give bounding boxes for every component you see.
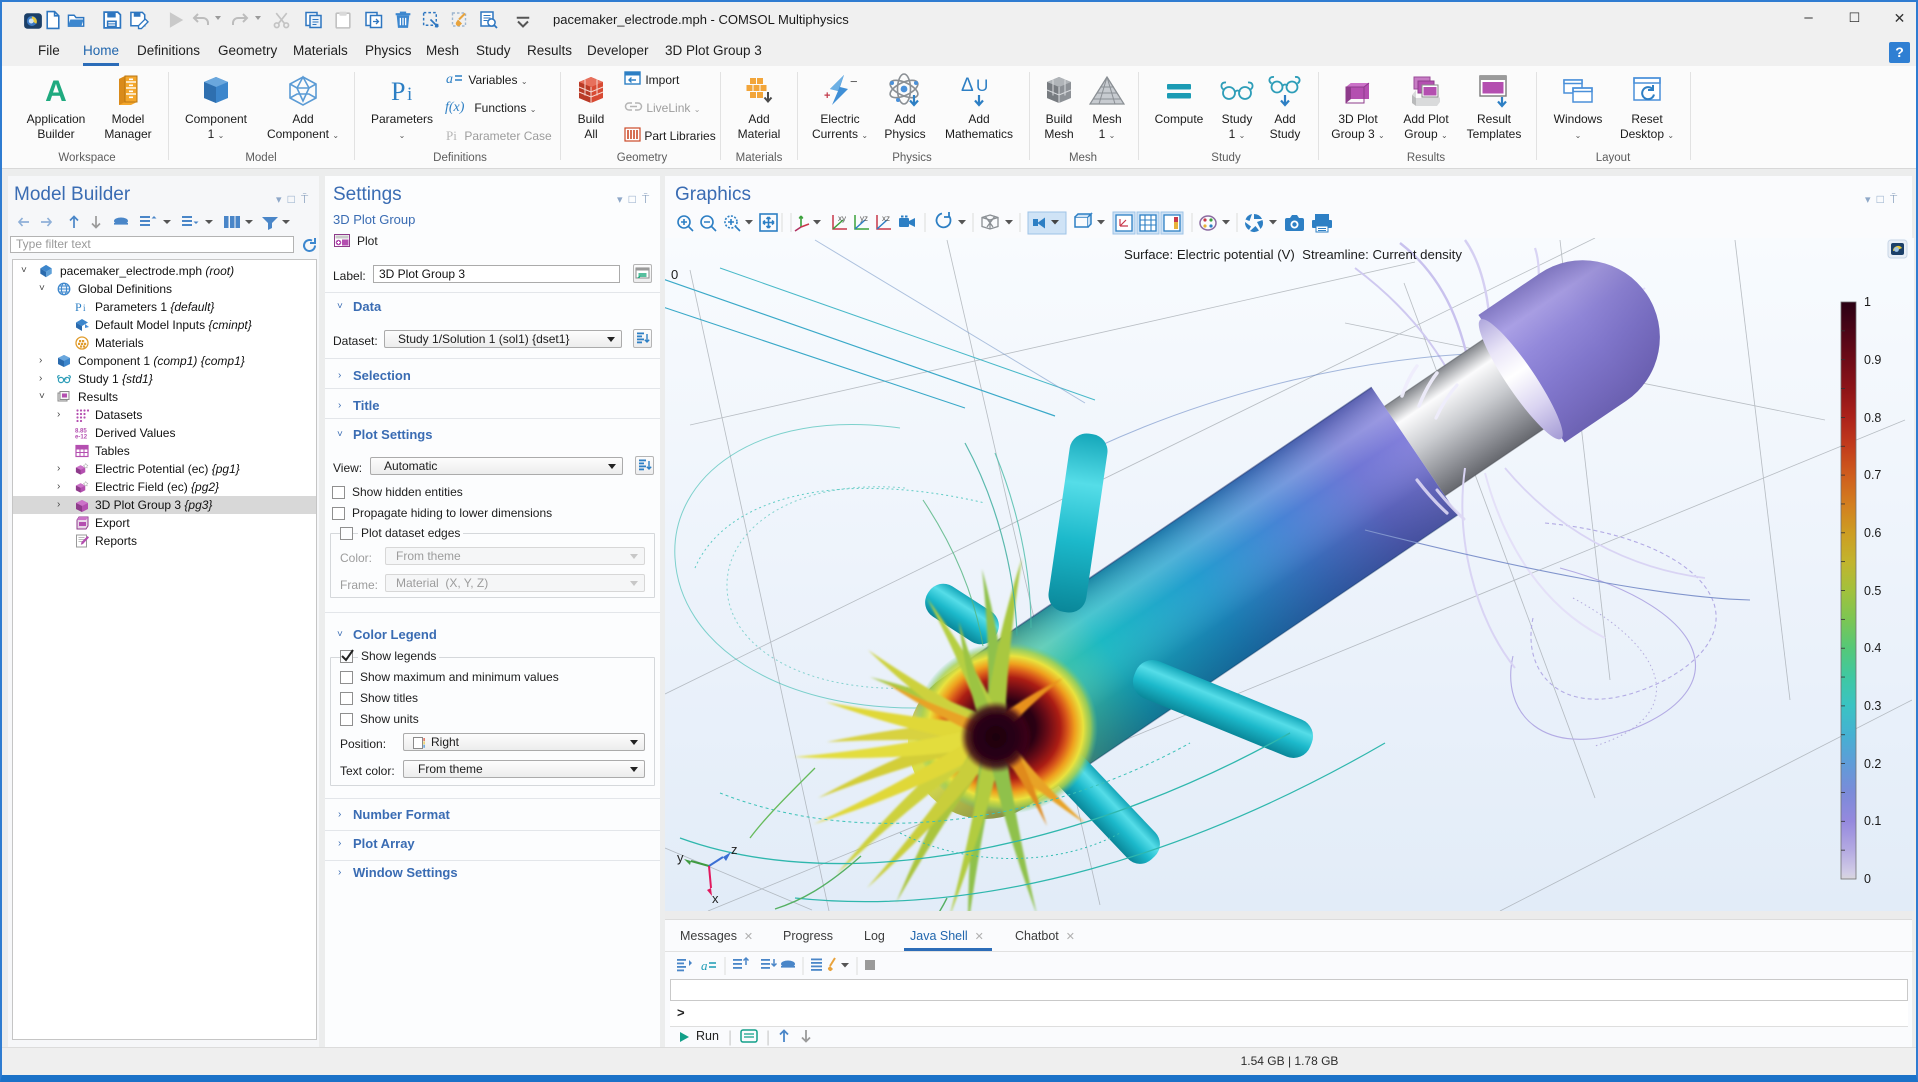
svg-text:i: i [407,84,412,105]
svg-text:0.7: 0.7 [1864,468,1881,482]
svg-text:y: y [677,850,684,865]
svg-text:0.4: 0.4 [1864,641,1881,655]
svg-text:8.85: 8.85 [75,429,87,435]
svg-text:f(x): f(x) [445,100,465,115]
svg-text:0.5: 0.5 [1864,584,1881,598]
svg-text:e-12: e-12 [75,435,88,440]
svg-text:a: a [701,958,708,973]
svg-text:A: A [45,75,67,108]
svg-text:Δ: Δ [961,75,974,96]
svg-text:z: z [731,842,738,857]
svg-text:U: U [976,76,988,95]
svg-text:a: a [446,72,453,87]
svg-text:0.1: 0.1 [1864,814,1881,828]
svg-text:P: P [75,300,82,314]
svg-text:0: 0 [671,267,678,282]
svg-text:P: P [391,77,405,106]
svg-text:xy: xy [838,214,846,223]
svg-text:Pi: Pi [446,128,457,143]
svg-text:x: x [712,891,719,906]
svg-text:0.8: 0.8 [1864,411,1881,425]
svg-text:+: + [824,90,830,102]
svg-text:0.9: 0.9 [1864,353,1881,367]
svg-text:0.2: 0.2 [1864,757,1881,771]
svg-text:xz: xz [882,214,890,223]
svg-text:0.6: 0.6 [1864,526,1881,540]
svg-text:0.3: 0.3 [1864,699,1881,713]
svg-text:0: 0 [1864,872,1871,886]
svg-text:yz: yz [860,214,868,223]
svg-text:i: i [83,303,86,313]
svg-text:1: 1 [1864,295,1871,309]
svg-text:−: − [850,74,858,89]
svg-text:Surface: Electric potential (V: Surface: Electric potential (V) Streamli… [1124,247,1462,262]
